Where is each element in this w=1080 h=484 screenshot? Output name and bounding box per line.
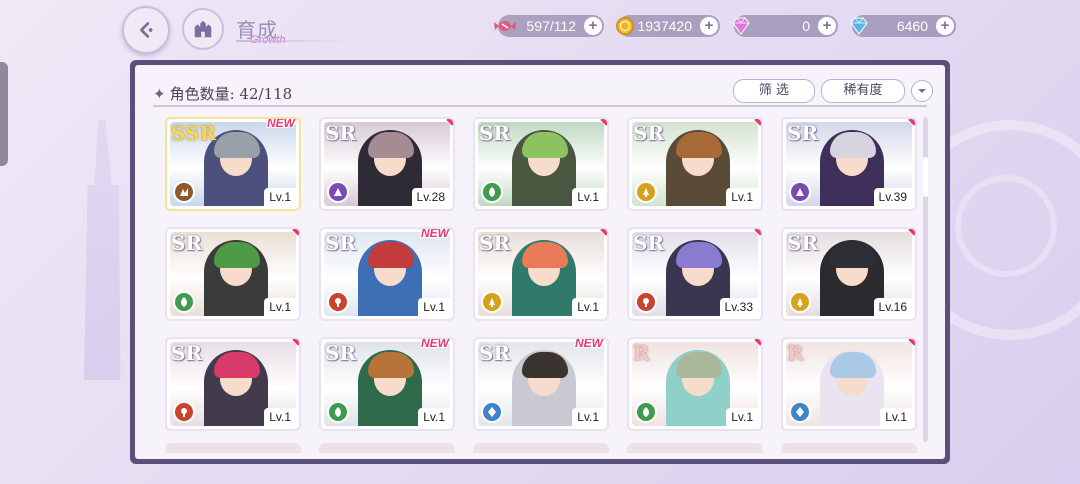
earth-element-icon (173, 181, 195, 203)
pink-gem-icon (726, 11, 756, 41)
new-badge: NEW (421, 337, 449, 350)
character-card-partial[interactable] (627, 443, 763, 453)
green-element-icon (481, 181, 503, 203)
rarity-label: SR (171, 341, 203, 365)
blue-element-icon (789, 401, 811, 423)
red-element-icon (327, 291, 349, 313)
rarity-label: SR (325, 121, 357, 145)
new-badge: NEW (267, 117, 295, 130)
header-divider (153, 105, 927, 107)
green-element-icon (327, 401, 349, 423)
character-count: ✦ 角色数量: 42/118 (153, 83, 292, 104)
sparkle-icon: ✦ (153, 85, 166, 103)
candy-resource: 597/112 + (494, 15, 604, 37)
rarity-label: R (787, 341, 804, 365)
character-card-partial[interactable] (473, 443, 609, 453)
level-label: Lv.1 (418, 298, 450, 316)
rarity-label: SR (787, 231, 819, 255)
filter-button[interactable]: 筛 选 (733, 79, 815, 103)
rarity-label: R (633, 341, 650, 365)
rarity-label: SR (787, 121, 819, 145)
blue-element-icon (481, 401, 503, 423)
gold-resource: 1937420 + (616, 15, 720, 37)
pink-gem-resource: 0 + (732, 15, 838, 37)
level-label: Lv.1 (572, 408, 604, 426)
purple-element-icon (327, 181, 349, 203)
level-label: Lv.28 (411, 188, 450, 206)
title-underline (236, 40, 351, 42)
character-card-partial[interactable] (319, 443, 455, 453)
red-element-icon (173, 401, 195, 423)
character-card-partial[interactable] (165, 443, 301, 453)
add-blue-gem-button[interactable]: + (936, 17, 954, 35)
rarity-label: SR (325, 231, 357, 255)
level-label: Lv.1 (264, 408, 296, 426)
level-label: Lv.1 (572, 188, 604, 206)
rarity-label: SR (633, 121, 665, 145)
character-card[interactable]: SR Lv.1 (473, 227, 609, 321)
level-label: Lv.1 (726, 188, 758, 206)
rarity-label: SR (633, 231, 665, 255)
red-element-icon (635, 291, 657, 313)
candy-icon (490, 11, 520, 41)
rarity-label: SR (171, 231, 203, 255)
level-label: Lv.1 (572, 298, 604, 316)
green-element-icon (173, 291, 195, 313)
add-pink-gem-button[interactable]: + (818, 17, 836, 35)
yellow-element-icon (635, 181, 657, 203)
scrollbar-thumb[interactable] (923, 157, 928, 197)
character-card[interactable]: SR Lv.16 (781, 227, 917, 321)
character-card[interactable]: R Lv.1 (781, 337, 917, 431)
rarity-label: SR (479, 341, 511, 365)
level-label: Lv.1 (264, 188, 296, 206)
yellow-element-icon (789, 291, 811, 313)
character-card[interactable]: SR NEW Lv.1 (319, 337, 455, 431)
character-card[interactable]: SR Lv.39 (781, 117, 917, 211)
character-count-value: 42/118 (239, 85, 293, 103)
character-card[interactable]: SR Lv.1 (627, 117, 763, 211)
character-card[interactable]: R Lv.1 (627, 337, 763, 431)
character-card[interactable]: SSR NEW Lv.1 (165, 117, 301, 211)
sort-rarity-button[interactable]: 稀有度 (821, 79, 905, 103)
new-badge: NEW (421, 227, 449, 240)
character-card[interactable]: SR Lv.1 (473, 117, 609, 211)
blue-gem-icon (844, 11, 874, 41)
scrollbar[interactable] (923, 117, 928, 442)
level-label: Lv.33 (719, 298, 758, 316)
yellow-element-icon (481, 291, 503, 313)
rarity-label: SR (479, 121, 511, 145)
castle-home-icon (194, 20, 212, 38)
character-card[interactable]: SR Lv.1 (165, 227, 301, 321)
new-badge: NEW (575, 337, 603, 350)
purple-element-icon (789, 181, 811, 203)
roster-panel: ✦ 角色数量: 42/118 筛 选 稀有度 SSR NEW Lv.1 SR Lv.28 S… (130, 60, 950, 464)
level-label: Lv.1 (418, 408, 450, 426)
character-card[interactable]: SR Lv.1 (165, 337, 301, 431)
rarity-label: SR (479, 231, 511, 255)
character-card[interactable]: SR NEW Lv.1 (319, 227, 455, 321)
level-label: Lv.39 (873, 188, 912, 206)
level-label: Lv.16 (873, 298, 912, 316)
sort-order-toggle[interactable] (911, 80, 933, 102)
add-candy-button[interactable]: + (584, 17, 602, 35)
back-button[interactable] (122, 6, 170, 54)
blue-gem-resource: 6460 + (850, 15, 956, 37)
character-count-label: 角色数量: (169, 85, 235, 103)
add-gold-button[interactable]: + (700, 17, 718, 35)
rarity-label: SSR (171, 121, 217, 145)
character-card[interactable]: SR Lv.28 (319, 117, 455, 211)
level-label: Lv.1 (726, 408, 758, 426)
level-label: Lv.1 (880, 408, 912, 426)
chevron-down-icon (918, 89, 926, 93)
gold-coin-icon (610, 11, 640, 41)
character-card[interactable]: SR Lv.33 (627, 227, 763, 321)
back-arrow-icon (140, 22, 153, 38)
character-card[interactable]: SR NEW Lv.1 (473, 337, 609, 431)
rarity-label: SR (325, 341, 357, 365)
side-edge-tab[interactable] (0, 62, 8, 166)
home-button[interactable] (182, 8, 224, 50)
level-label: Lv.1 (264, 298, 296, 316)
green-element-icon (635, 401, 657, 423)
character-card-partial[interactable] (781, 443, 917, 453)
